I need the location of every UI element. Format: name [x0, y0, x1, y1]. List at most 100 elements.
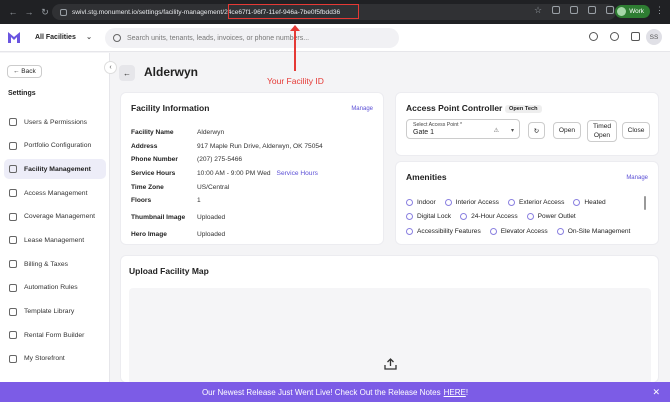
upload-map-title: Upload Facility Map	[129, 266, 209, 276]
facility-info-label: Facility Name	[131, 129, 174, 137]
sidebar-item-billing-taxes[interactable]: Billing & Taxes	[4, 254, 106, 274]
back-button[interactable]: ← Back	[7, 65, 42, 78]
sidebar-item-template-library[interactable]: Template Library	[4, 302, 106, 322]
sidebar-item-label: Access Management	[24, 189, 88, 197]
amenities-row: Indoor Interior Access Exterior Access Heat…	[406, 195, 646, 210]
map-upload-dropzone[interactable]	[129, 288, 651, 384]
url-prefix: swivl.stg.monument.io/settings/facility-…	[72, 8, 225, 16]
amenity-label: Accessibility Features	[417, 227, 481, 235]
annotation-line	[294, 27, 296, 71]
facility-info-manage-link[interactable]: Manage	[351, 106, 373, 112]
facility-selector-label: All Facilities	[35, 34, 76, 41]
service-hours-link[interactable]: Service Hours	[277, 170, 318, 177]
puzzle-icon[interactable]	[570, 6, 578, 14]
sidebar-icon[interactable]	[588, 6, 596, 14]
sidebar-item-label: Coverage Management	[24, 213, 96, 221]
amenity-label: Heated	[584, 198, 606, 206]
back-arrow-icon[interactable]: ←	[6, 7, 20, 18]
release-notes-link[interactable]: HERE	[444, 388, 466, 397]
access-point-title: Access Point Controller	[406, 103, 503, 113]
amenity-label: Digital Lock	[417, 213, 452, 221]
reload-icon[interactable]: ↻	[38, 7, 52, 18]
sidebar-item-label: Template Library	[24, 308, 75, 315]
collapse-sidebar-button[interactable]: ‹	[104, 61, 117, 74]
close-button[interactable]: Close	[622, 122, 650, 139]
amenity-item: Power Outlet	[526, 213, 576, 221]
sidebar-item-label: My Storefront	[24, 355, 65, 363]
storefront-icon	[9, 354, 17, 363]
profile-avatar-icon	[617, 7, 627, 16]
sidebar-item-facility-management[interactable]: Facility Management	[4, 159, 106, 180]
sidebar-item-label: Portfolio Configuration	[24, 142, 92, 150]
facility-icon	[9, 165, 17, 174]
sidebar-item-access-management[interactable]: Access Management	[4, 183, 106, 203]
open-button[interactable]: Open	[553, 122, 581, 139]
facility-info-label: Floors	[131, 197, 152, 205]
sidebar-menu: Users & Permissions Portfolio Configurati…	[4, 112, 106, 373]
upload-icon[interactable]	[384, 358, 397, 370]
amenity-item: Heated	[573, 198, 606, 206]
profile-button[interactable]: Work	[615, 5, 650, 18]
amenities-card: Amenities Manage Indoor Interior Access Ex…	[395, 161, 659, 245]
amenity-item: 24-Hour Access	[460, 213, 518, 221]
user-icon[interactable]	[589, 32, 598, 41]
page-back-button[interactable]: ←	[119, 65, 135, 81]
help-icon[interactable]	[610, 32, 619, 41]
amenity-icon	[460, 213, 468, 221]
billing-icon	[9, 260, 17, 269]
amenity-label: Elevator Access	[500, 227, 548, 235]
bookmark-star-icon[interactable]: ☆	[534, 6, 542, 15]
amenities-scrollbar[interactable]	[643, 196, 646, 210]
browser-menu-icon[interactable]: ⋮	[655, 5, 664, 16]
extension-icon[interactable]	[552, 6, 560, 14]
facility-info-value: Uploaded	[197, 230, 226, 238]
close-banner-icon[interactable]: ✕	[652, 387, 660, 398]
facility-info-value: 10:00 AM - 9:00 PM Wed	[197, 170, 271, 178]
access-point-select[interactable]: Select Access Point * Gate 1 ⚠ ▾	[406, 119, 520, 139]
sidebar-item-portfolio-configuration[interactable]: Portfolio Configuration	[4, 136, 106, 156]
amenity-item: Digital Lock	[406, 213, 452, 221]
amenity-icon	[526, 213, 534, 221]
sidebar-item-label: Lease Management	[24, 236, 85, 244]
sidebar-item-lease-management[interactable]: Lease Management	[4, 230, 106, 250]
sidebar-item-label: Billing & Taxes	[24, 260, 69, 268]
timed-open-button[interactable]: Timed Open	[587, 120, 617, 142]
refresh-icon: ↻	[533, 127, 540, 135]
facility-info-row: Time Zone US/Central	[131, 180, 381, 194]
sidebar-item-label: Facility Management	[24, 165, 91, 173]
facility-selector[interactable]: All Facilities ⌄	[28, 29, 98, 46]
banner-text: Our Newest Release Just Went Live! Check…	[201, 387, 441, 397]
open-tech-badge: Open Tech	[505, 105, 542, 113]
amenities-manage-link[interactable]: Manage	[626, 175, 648, 181]
refresh-button[interactable]: ↻	[528, 122, 545, 139]
access-icon	[9, 189, 17, 198]
amenity-item: Exterior Access	[507, 198, 564, 206]
monument-logo-icon[interactable]	[8, 31, 20, 43]
sidebar-item-users-permissions[interactable]: Users & Permissions	[4, 112, 106, 132]
calculator-icon[interactable]	[631, 32, 640, 41]
sidebar-item-rental-form-builder[interactable]: Rental Form Builder	[4, 325, 106, 345]
profile-label: Work	[629, 8, 644, 15]
settings-sidebar: ← Back Settings Users & Permissions Portf…	[0, 53, 110, 383]
template-icon	[9, 307, 17, 316]
facility-info-row: Hero Image Uploaded	[131, 228, 381, 242]
sidebar-item-my-storefront[interactable]: My Storefront	[4, 349, 106, 369]
lease-icon	[9, 236, 17, 245]
forward-arrow-icon[interactable]: →	[22, 7, 36, 18]
sidebar-item-automation-rules[interactable]: Automation Rules	[4, 278, 106, 298]
facility-information-card: Facility Information Manage Facility Nam…	[120, 92, 384, 245]
facility-info-row: Phone Number (207) 275-5466	[131, 153, 381, 167]
window-icon[interactable]	[606, 6, 614, 14]
amenities-list: Indoor Interior Access Exterior Access Heat…	[406, 195, 646, 239]
amenity-item: Elevator Access	[489, 227, 548, 235]
search-input[interactable]: Search units, tenants, leads, invoices, …	[105, 28, 399, 48]
search-placeholder: Search units, tenants, leads, invoices, …	[127, 34, 310, 42]
avatar[interactable]: SS	[646, 29, 662, 45]
sidebar-item-coverage-management[interactable]: Coverage Management	[4, 207, 106, 227]
facility-info-value: 1	[197, 197, 201, 205]
access-point-select-label: Select Access Point *	[413, 122, 463, 128]
amenity-icon	[573, 198, 581, 206]
amenities-title: Amenities	[406, 172, 447, 182]
site-info-icon[interactable]	[60, 8, 67, 16]
facility-info-value: (207) 275-5466	[197, 156, 243, 164]
